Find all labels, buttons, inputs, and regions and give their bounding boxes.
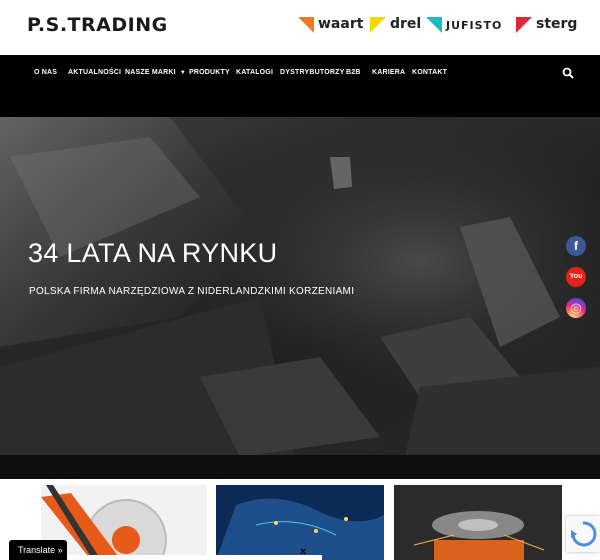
nav-item-label: NASZE MARKI [125, 69, 176, 76]
waart-triangle-icon [298, 17, 314, 33]
brand-name: drel [390, 16, 422, 32]
ps-trading-logo[interactable]: P.S.TRADING [27, 14, 168, 36]
nav-item-produkty[interactable]: PRODUKTY [189, 69, 230, 76]
jufisto-triangle-icon [426, 17, 442, 33]
hero-background-image [0, 117, 600, 479]
sterg-triangle-icon [516, 17, 532, 33]
instagram-button[interactable]: ◎ [566, 298, 586, 318]
drel-triangle-icon [370, 17, 386, 33]
nav-item-nasze-marki[interactable]: NASZE MARKI ▼ [125, 69, 186, 76]
hero-title: 34 LATA NA RYNKU [28, 238, 278, 268]
card-grinder-image[interactable] [394, 485, 562, 560]
brand-name: sterg [536, 16, 578, 32]
site-header: P.S.TRADING waart drel JUFISTO sterg [0, 0, 600, 55]
nav-item-dystrybutorzy[interactable]: DYSTRYBUTORZY [280, 69, 344, 76]
youtube-button[interactable]: You [566, 267, 586, 287]
brand-name: waart [318, 16, 364, 32]
hero-subtitle: POLSKA FIRMA NARZĘDZIOWA Z NIDERLANDZKIM… [29, 286, 355, 297]
nav-item-o-nas[interactable]: O NAS [34, 69, 57, 76]
chevron-down-icon: ▼ [179, 70, 186, 76]
brand-name: JUFISTO [446, 19, 503, 32]
nav-item-kariera[interactable]: KARIERA [372, 69, 405, 76]
recaptcha-badge[interactable] [566, 516, 600, 552]
nav-item-aktualnosci[interactable]: AKTUALNOŚCI [68, 69, 121, 76]
main-navigation: O NAS AKTUALNOŚCI NASZE MARKI ▼ PRODUKTY … [0, 55, 600, 117]
facebook-icon: f [574, 239, 578, 253]
recaptcha-icon [571, 521, 597, 547]
nav-item-kontakt[interactable]: KONTAKT [412, 69, 447, 76]
close-icon[interactable]: × [300, 546, 306, 558]
translate-button[interactable]: Translate » [9, 540, 67, 560]
youtube-icon: You [569, 273, 583, 280]
nav-item-b2b[interactable]: B2B [346, 69, 361, 76]
angle-grinder-image [394, 485, 562, 560]
nav-item-katalogi[interactable]: KATALOGI [236, 69, 273, 76]
translate-label: Translate » [18, 545, 63, 555]
instagram-icon: ◎ [570, 300, 582, 315]
hero-banner: 34 LATA NA RYNKU POLSKA FIRMA NARZĘDZIOW… [0, 117, 600, 479]
facebook-button[interactable]: f [566, 236, 586, 256]
search-icon[interactable] [562, 67, 574, 79]
